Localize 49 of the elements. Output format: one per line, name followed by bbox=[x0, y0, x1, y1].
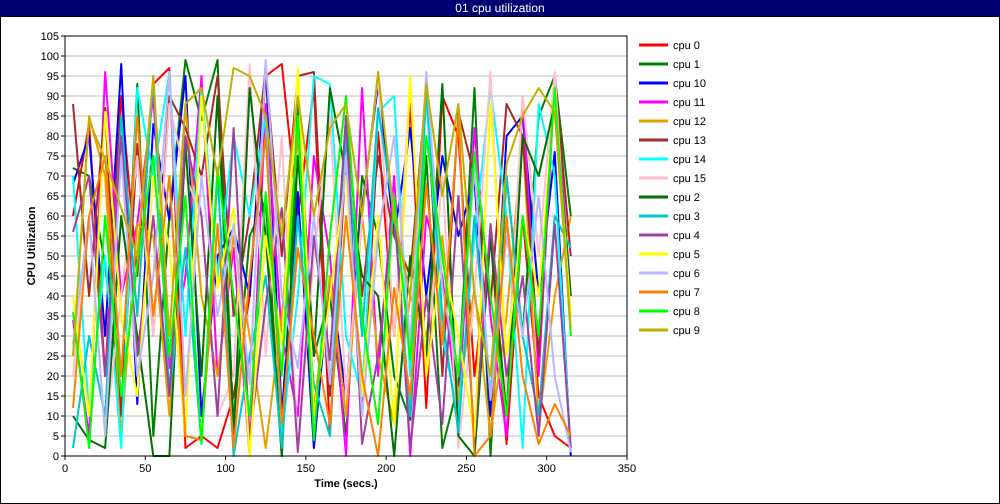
legend-label: cpu 0 bbox=[673, 40, 700, 52]
legend-label: cpu 9 bbox=[673, 325, 700, 337]
legend-label: cpu 12 bbox=[673, 116, 706, 128]
y-tick-label: 90 bbox=[46, 91, 59, 103]
legend-label: cpu 13 bbox=[673, 135, 706, 147]
y-axis-title: CPU Utilization bbox=[26, 206, 38, 286]
y-tick-label: 65 bbox=[46, 191, 59, 203]
y-tick-label: 25 bbox=[46, 351, 59, 363]
y-tick-label: 55 bbox=[46, 231, 59, 243]
legend-label: cpu 1 bbox=[673, 59, 700, 71]
y-tick-label: 30 bbox=[46, 331, 59, 343]
legend-label: cpu 8 bbox=[673, 306, 700, 318]
y-tick-label: 100 bbox=[40, 51, 59, 63]
x-tick-label: 350 bbox=[618, 463, 636, 475]
y-tick-label: 50 bbox=[46, 251, 59, 263]
y-tick-label: 5 bbox=[52, 431, 59, 443]
x-tick-label: 0 bbox=[62, 463, 68, 475]
y-tick-label: 75 bbox=[46, 151, 59, 163]
x-tick-label: 100 bbox=[216, 463, 235, 475]
x-tick-label: 300 bbox=[538, 463, 556, 475]
x-axis-title: Time (secs.) bbox=[314, 478, 378, 490]
window-title: 01 cpu utilization bbox=[0, 0, 1000, 16]
x-tick-label: 150 bbox=[296, 463, 316, 475]
legend-label: cpu 3 bbox=[673, 211, 700, 223]
legend-label: cpu 7 bbox=[673, 287, 700, 299]
y-tick-label: 70 bbox=[46, 171, 59, 183]
y-tick-label: 0 bbox=[52, 451, 59, 463]
x-tick-label: 200 bbox=[376, 463, 396, 475]
y-tick-label: 95 bbox=[46, 71, 59, 83]
y-tick-label: 40 bbox=[46, 291, 59, 303]
y-tick-label: 60 bbox=[46, 211, 59, 223]
x-tick-label: 250 bbox=[457, 463, 476, 475]
legend-label: cpu 4 bbox=[673, 230, 700, 242]
y-tick-label: 20 bbox=[46, 371, 59, 383]
y-tick-label: 35 bbox=[46, 311, 59, 323]
legend-label: cpu 6 bbox=[673, 268, 700, 280]
legend-label: cpu 14 bbox=[673, 154, 706, 166]
x-tick-label: 50 bbox=[139, 463, 152, 475]
legend-label: cpu 5 bbox=[673, 249, 700, 261]
legend-label: cpu 2 bbox=[673, 192, 700, 204]
y-tick-label: 45 bbox=[46, 271, 59, 283]
legend-label: cpu 10 bbox=[673, 78, 706, 90]
y-tick-label: 15 bbox=[46, 391, 59, 403]
legend-label: cpu 11 bbox=[673, 97, 706, 109]
y-tick-label: 10 bbox=[46, 411, 59, 423]
y-tick-label: 105 bbox=[40, 31, 59, 43]
legend-label: cpu 15 bbox=[673, 173, 706, 185]
y-tick-label: 80 bbox=[46, 131, 59, 143]
y-tick-label: 85 bbox=[46, 111, 59, 123]
